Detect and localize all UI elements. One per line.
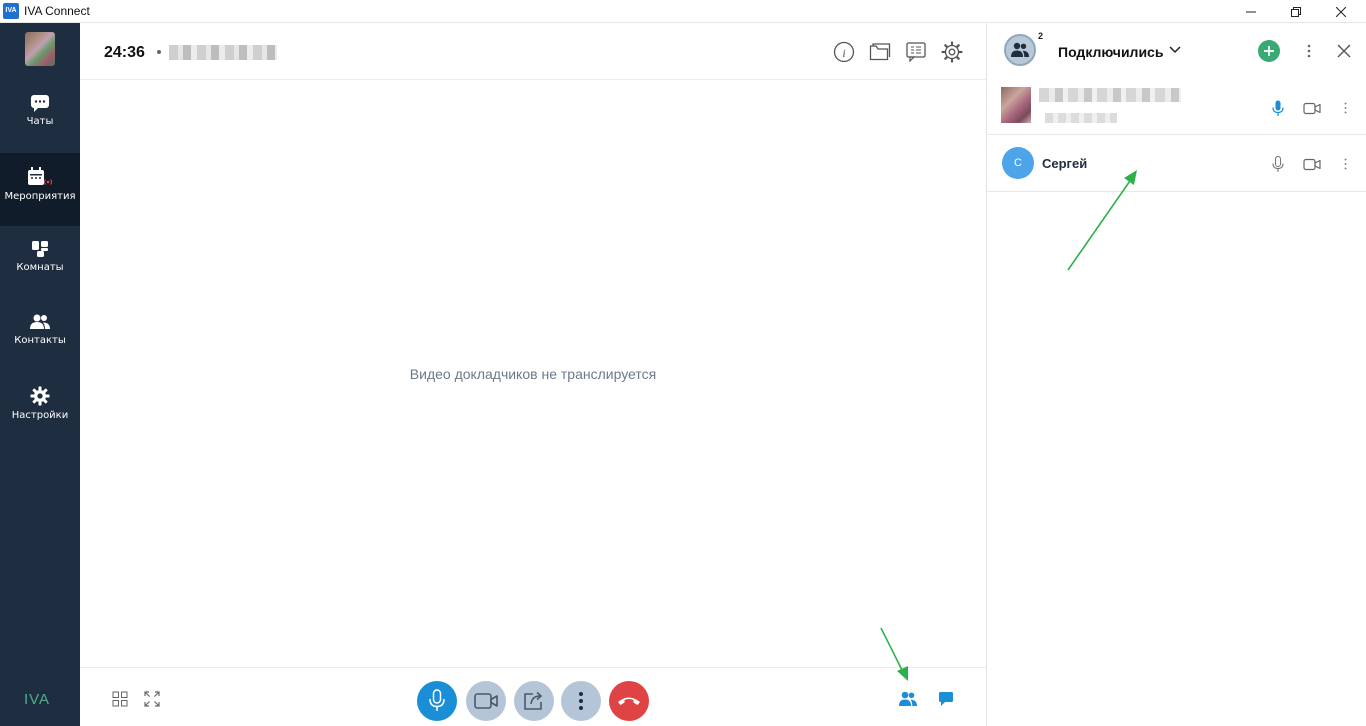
participants-panel-header: 2 Подключились: [987, 23, 1366, 79]
info-button[interactable]: i: [832, 40, 856, 64]
participants-icon: [1011, 42, 1029, 57]
sidebar-item-chats[interactable]: Чаты: [0, 80, 80, 153]
microphone-icon: [1272, 155, 1284, 172]
more-icon: [579, 692, 583, 710]
gear-icon: [30, 386, 50, 406]
fullscreen-button[interactable]: [142, 689, 162, 709]
info-icon: i: [833, 41, 855, 63]
camera-icon: [1303, 158, 1321, 170]
rooms-icon: [32, 241, 48, 257]
add-participant-button[interactable]: [1258, 40, 1280, 62]
participant-name-redacted: [1039, 88, 1181, 102]
participant-avatar: С: [1002, 147, 1034, 179]
participants-panel: 2 Подключились С Сергей: [987, 23, 1366, 726]
files-button[interactable]: [868, 40, 892, 64]
close-panel-icon[interactable]: [1336, 43, 1352, 59]
participant-camera-button[interactable]: [1303, 99, 1321, 117]
sidebar-item-label: Настройки: [11, 410, 69, 421]
window-title: IVA Connect: [24, 4, 90, 18]
camera-icon: [1303, 102, 1321, 114]
no-video-message: Видео докладчиков не транслируется: [409, 366, 657, 382]
participant-camera-button[interactable]: [1303, 155, 1321, 173]
contacts-icon: [30, 314, 50, 329]
chevron-down-icon[interactable]: [1168, 43, 1182, 57]
camera-icon: [474, 693, 498, 709]
participants-count: 2: [1038, 31, 1044, 41]
restore-icon: [1291, 6, 1301, 17]
chat-button[interactable]: [936, 689, 956, 709]
restore-button[interactable]: [1273, 0, 1319, 23]
share-screen-button[interactable]: [514, 681, 554, 721]
sidebar-item-label: Контакты: [14, 335, 66, 346]
app-logo-icon: IVA: [3, 3, 19, 19]
participant-row[interactable]: С Сергей: [987, 136, 1366, 192]
participant-mic-button[interactable]: [1269, 99, 1287, 117]
hang-up-icon: [618, 697, 640, 705]
participants-group-avatar: [1004, 34, 1036, 66]
sidebar: Чаты Мероприятия Комнаты Контакты Настро…: [0, 23, 80, 726]
sidebar-item-rooms[interactable]: Комнаты: [0, 226, 80, 299]
minimize-button[interactable]: [1228, 0, 1274, 23]
meeting-area: 24:36 i Видео докладчиков не транслирует…: [80, 23, 986, 726]
window-close-button[interactable]: [1318, 0, 1364, 23]
sidebar-item-label: Чаты: [26, 116, 54, 127]
chat-icon: [939, 692, 953, 706]
sidebar-item-label: Мероприятия: [4, 191, 76, 202]
microphone-button[interactable]: [417, 681, 457, 721]
share-screen-icon: [524, 691, 542, 710]
sidebar-item-label: Комнаты: [16, 262, 64, 273]
more-icon: [1307, 44, 1311, 58]
meeting-header: 24:36 i: [80, 23, 986, 80]
camera-button[interactable]: [466, 681, 506, 721]
panel-more-button[interactable]: [1302, 43, 1316, 59]
grid-layout-icon: [112, 691, 128, 707]
participant-more-button[interactable]: [1336, 155, 1354, 173]
agenda-button[interactable]: [904, 40, 928, 64]
list-icon: [906, 42, 926, 63]
participant-more-button[interactable]: [1336, 99, 1354, 117]
participant-mic-button[interactable]: [1269, 155, 1287, 173]
call-controls-bar: [80, 667, 986, 726]
fullscreen-icon: [144, 691, 160, 707]
microphone-icon: [1272, 100, 1284, 116]
grid-layout-button[interactable]: [110, 689, 130, 709]
chat-icon: [31, 95, 49, 112]
title-bar: IVA IVA Connect: [0, 0, 1366, 23]
brand-logo: IVA: [24, 691, 51, 708]
participants-icon: [899, 691, 917, 706]
more-options-button[interactable]: [561, 681, 601, 721]
meeting-timer: 24:36: [104, 44, 145, 61]
svg-text:i: i: [842, 46, 845, 60]
close-icon: [1336, 6, 1346, 17]
hang-up-button[interactable]: [609, 681, 649, 721]
participant-avatar-redacted: [1001, 87, 1031, 123]
meeting-title-redacted: [169, 45, 277, 60]
gear-icon: [941, 41, 963, 63]
more-icon: [1344, 158, 1346, 170]
sidebar-item-settings[interactable]: Настройки: [0, 372, 80, 445]
participant-row[interactable]: [987, 79, 1366, 135]
participant-subtitle-redacted: [1045, 113, 1117, 123]
separator-dot: [157, 50, 161, 54]
calendar-live-icon: [28, 167, 53, 185]
more-icon: [1344, 102, 1346, 114]
sidebar-item-events[interactable]: Мероприятия: [0, 153, 80, 226]
sidebar-item-contacts[interactable]: Контакты: [0, 299, 80, 372]
participants-button[interactable]: [898, 689, 918, 709]
meeting-settings-button[interactable]: [940, 40, 964, 64]
participants-filter-title[interactable]: Подключились: [1058, 44, 1163, 60]
participant-name: Сергей: [1042, 156, 1088, 171]
minimize-icon: [1246, 11, 1256, 12]
folder-icon: [869, 43, 891, 61]
microphone-icon: [429, 689, 445, 711]
plus-icon: [1264, 46, 1274, 56]
user-avatar[interactable]: [25, 32, 55, 66]
